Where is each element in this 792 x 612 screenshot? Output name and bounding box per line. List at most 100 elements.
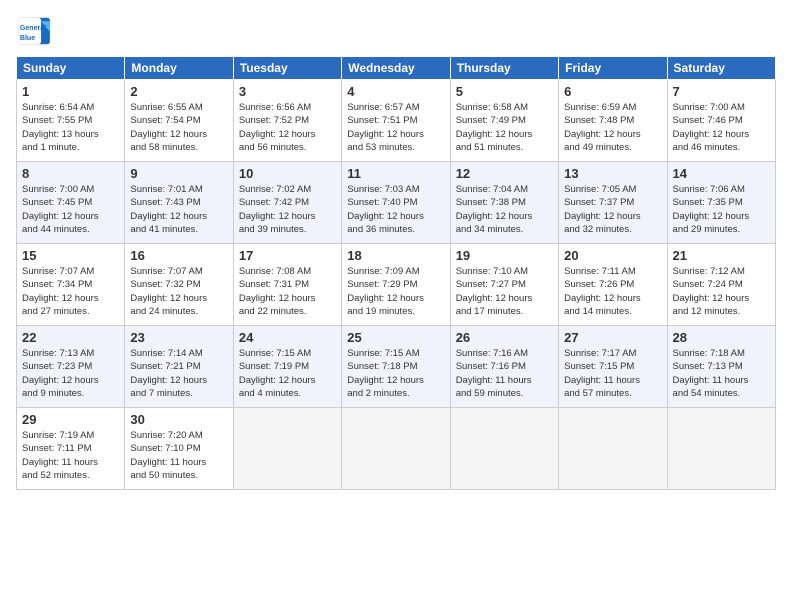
day-number: 15 (22, 248, 119, 263)
day-number: 30 (130, 412, 227, 427)
day-number: 6 (564, 84, 661, 99)
day-number: 14 (673, 166, 770, 181)
logo-icon: General Blue (16, 16, 52, 46)
day-cell: 8 Sunrise: 7:00 AMSunset: 7:45 PMDaylight… (17, 162, 125, 244)
day-info: Sunrise: 7:09 AMSunset: 7:29 PMDaylight:… (347, 265, 444, 318)
day-cell: 12 Sunrise: 7:04 AMSunset: 7:38 PMDayligh… (450, 162, 558, 244)
day-cell: 25 Sunrise: 7:15 AMSunset: 7:18 PMDayligh… (342, 326, 450, 408)
day-number: 17 (239, 248, 336, 263)
day-cell: 1Sunrise: 6:54 AMSunset: 7:55 PMDaylight… (17, 80, 125, 162)
day-cell: 3 Sunrise: 6:56 AMSunset: 7:52 PMDaylight… (233, 80, 341, 162)
day-cell: 4 Sunrise: 6:57 AMSunset: 7:51 PMDaylight… (342, 80, 450, 162)
day-number: 8 (22, 166, 119, 181)
day-info: Sunrise: 6:56 AMSunset: 7:52 PMDaylight:… (239, 101, 336, 154)
day-number: 13 (564, 166, 661, 181)
col-header-monday: Monday (125, 57, 233, 80)
day-number: 4 (347, 84, 444, 99)
day-info: Sunrise: 7:14 AMSunset: 7:21 PMDaylight:… (130, 347, 227, 400)
day-number: 12 (456, 166, 553, 181)
day-cell: 26 Sunrise: 7:16 AMSunset: 7:16 PMDayligh… (450, 326, 558, 408)
day-number: 7 (673, 84, 770, 99)
day-info: Sunrise: 6:55 AMSunset: 7:54 PMDaylight:… (130, 101, 227, 154)
day-cell (342, 408, 450, 490)
day-info: Sunrise: 7:00 AMSunset: 7:46 PMDaylight:… (673, 101, 770, 154)
day-cell: 14 Sunrise: 7:06 AMSunset: 7:35 PMDayligh… (667, 162, 775, 244)
calendar-table: SundayMondayTuesdayWednesdayThursdayFrid… (16, 56, 776, 490)
day-info: Sunrise: 7:00 AMSunset: 7:45 PMDaylight:… (22, 183, 119, 236)
day-cell: 7 Sunrise: 7:00 AMSunset: 7:46 PMDaylight… (667, 80, 775, 162)
day-number: 3 (239, 84, 336, 99)
day-cell: 10 Sunrise: 7:02 AMSunset: 7:42 PMDayligh… (233, 162, 341, 244)
logo: General Blue (16, 16, 52, 46)
day-cell: 29 Sunrise: 7:19 AMSunset: 7:11 PMDayligh… (17, 408, 125, 490)
week-row-4: 22 Sunrise: 7:13 AMSunset: 7:23 PMDayligh… (17, 326, 776, 408)
svg-text:Blue: Blue (20, 35, 35, 42)
day-info: Sunrise: 6:59 AMSunset: 7:48 PMDaylight:… (564, 101, 661, 154)
day-info: Sunrise: 7:13 AMSunset: 7:23 PMDaylight:… (22, 347, 119, 400)
day-number: 21 (673, 248, 770, 263)
day-number: 20 (564, 248, 661, 263)
svg-text:General: General (20, 25, 46, 32)
day-number: 26 (456, 330, 553, 345)
calendar-container: General Blue SundayMondayTuesdayWednesda… (0, 0, 792, 612)
col-header-thursday: Thursday (450, 57, 558, 80)
day-info: Sunrise: 7:12 AMSunset: 7:24 PMDaylight:… (673, 265, 770, 318)
day-cell: 9 Sunrise: 7:01 AMSunset: 7:43 PMDaylight… (125, 162, 233, 244)
header-row: SundayMondayTuesdayWednesdayThursdayFrid… (17, 57, 776, 80)
week-row-1: 1Sunrise: 6:54 AMSunset: 7:55 PMDaylight… (17, 80, 776, 162)
day-info: Sunrise: 7:06 AMSunset: 7:35 PMDaylight:… (673, 183, 770, 236)
day-cell: 24 Sunrise: 7:15 AMSunset: 7:19 PMDayligh… (233, 326, 341, 408)
day-info: Sunrise: 7:08 AMSunset: 7:31 PMDaylight:… (239, 265, 336, 318)
day-number: 25 (347, 330, 444, 345)
day-number: 10 (239, 166, 336, 181)
day-number: 28 (673, 330, 770, 345)
day-cell: 16 Sunrise: 7:07 AMSunset: 7:32 PMDayligh… (125, 244, 233, 326)
day-info: Sunrise: 7:20 AMSunset: 7:10 PMDaylight:… (130, 429, 227, 482)
day-info: Sunrise: 6:57 AMSunset: 7:51 PMDaylight:… (347, 101, 444, 154)
day-cell: 27 Sunrise: 7:17 AMSunset: 7:15 PMDayligh… (559, 326, 667, 408)
header: General Blue (16, 16, 776, 46)
day-number: 23 (130, 330, 227, 345)
day-cell (559, 408, 667, 490)
day-info: Sunrise: 7:02 AMSunset: 7:42 PMDaylight:… (239, 183, 336, 236)
day-number: 22 (22, 330, 119, 345)
day-info: Sunrise: 7:15 AMSunset: 7:19 PMDaylight:… (239, 347, 336, 400)
day-cell: 11 Sunrise: 7:03 AMSunset: 7:40 PMDayligh… (342, 162, 450, 244)
day-info: Sunrise: 7:03 AMSunset: 7:40 PMDaylight:… (347, 183, 444, 236)
day-info: Sunrise: 7:07 AMSunset: 7:34 PMDaylight:… (22, 265, 119, 318)
day-number: 9 (130, 166, 227, 181)
day-info: Sunrise: 7:01 AMSunset: 7:43 PMDaylight:… (130, 183, 227, 236)
day-cell: 5 Sunrise: 6:58 AMSunset: 7:49 PMDaylight… (450, 80, 558, 162)
day-info: Sunrise: 7:11 AMSunset: 7:26 PMDaylight:… (564, 265, 661, 318)
day-number: 29 (22, 412, 119, 427)
day-cell (233, 408, 341, 490)
day-cell: 20 Sunrise: 7:11 AMSunset: 7:26 PMDayligh… (559, 244, 667, 326)
day-number: 27 (564, 330, 661, 345)
day-info: Sunrise: 6:54 AMSunset: 7:55 PMDaylight:… (22, 101, 119, 154)
day-info: Sunrise: 7:07 AMSunset: 7:32 PMDaylight:… (130, 265, 227, 318)
col-header-wednesday: Wednesday (342, 57, 450, 80)
week-row-2: 8 Sunrise: 7:00 AMSunset: 7:45 PMDaylight… (17, 162, 776, 244)
day-info: Sunrise: 7:17 AMSunset: 7:15 PMDaylight:… (564, 347, 661, 400)
col-header-friday: Friday (559, 57, 667, 80)
day-number: 18 (347, 248, 444, 263)
day-number: 11 (347, 166, 444, 181)
day-number: 2 (130, 84, 227, 99)
day-number: 16 (130, 248, 227, 263)
day-info: Sunrise: 6:58 AMSunset: 7:49 PMDaylight:… (456, 101, 553, 154)
col-header-sunday: Sunday (17, 57, 125, 80)
day-cell: 30 Sunrise: 7:20 AMSunset: 7:10 PMDayligh… (125, 408, 233, 490)
day-number: 19 (456, 248, 553, 263)
day-number: 24 (239, 330, 336, 345)
day-cell: 23 Sunrise: 7:14 AMSunset: 7:21 PMDayligh… (125, 326, 233, 408)
day-info: Sunrise: 7:19 AMSunset: 7:11 PMDaylight:… (22, 429, 119, 482)
day-cell: 2 Sunrise: 6:55 AMSunset: 7:54 PMDaylight… (125, 80, 233, 162)
day-info: Sunrise: 7:15 AMSunset: 7:18 PMDaylight:… (347, 347, 444, 400)
day-number: 5 (456, 84, 553, 99)
day-info: Sunrise: 7:16 AMSunset: 7:16 PMDaylight:… (456, 347, 553, 400)
day-cell: 13Sunrise: 7:05 AMSunset: 7:37 PMDayligh… (559, 162, 667, 244)
day-cell (450, 408, 558, 490)
day-cell: 18 Sunrise: 7:09 AMSunset: 7:29 PMDayligh… (342, 244, 450, 326)
week-row-3: 15 Sunrise: 7:07 AMSunset: 7:34 PMDayligh… (17, 244, 776, 326)
day-info: Sunrise: 7:04 AMSunset: 7:38 PMDaylight:… (456, 183, 553, 236)
